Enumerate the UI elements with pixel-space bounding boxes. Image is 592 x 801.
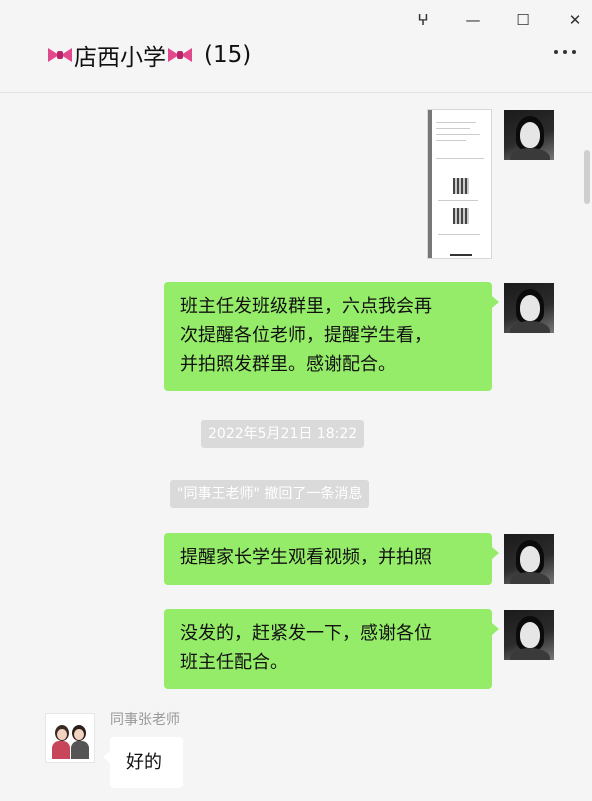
message-bubble[interactable]: 班主任发班级群里，六点我会再 次提醒各位老师，提醒学生看， 并拍照发群里。感谢配… bbox=[164, 282, 499, 391]
maximize-icon[interactable]: ☐ bbox=[510, 8, 536, 32]
message-line: 好的 bbox=[126, 752, 162, 773]
my-avatar[interactable] bbox=[504, 610, 554, 660]
scrollbar[interactable] bbox=[584, 150, 590, 204]
message-line: 班主任配合。 bbox=[180, 652, 288, 673]
message-bubble[interactable]: 提醒家长学生观看视频，并拍照 bbox=[164, 533, 499, 585]
member-count: (15) bbox=[204, 42, 252, 68]
title-bar: ⵖ — ☐ ✕ 店西小学 (15) bbox=[0, 0, 592, 93]
minimize-icon[interactable]: — bbox=[460, 8, 486, 32]
message-line: 并拍照发群里。感谢配合。 bbox=[180, 354, 396, 375]
message-bubble[interactable]: 好的 bbox=[103, 737, 183, 788]
message-line: 次提醒各位老师，提醒学生看， bbox=[180, 325, 432, 346]
message-bubble[interactable]: 没发的，赶紧发一下，感谢各位 班主任配合。 bbox=[164, 609, 499, 689]
sender-name: 同事张老师 bbox=[110, 712, 180, 728]
pink-bow-icon bbox=[167, 45, 193, 65]
pin-icon[interactable]: ⵖ bbox=[410, 8, 436, 32]
message-line: 没发的，赶紧发一下，感谢各位 bbox=[180, 623, 432, 644]
my-avatar[interactable] bbox=[504, 110, 554, 160]
message-line: 班主任发班级群里，六点我会再 bbox=[180, 296, 432, 317]
chat-title-text: 店西小学 bbox=[74, 45, 166, 71]
chat-title: 店西小学 (15) bbox=[46, 38, 251, 72]
recall-notice: "同事王老师" 撤回了一条消息 bbox=[170, 480, 370, 508]
my-avatar[interactable] bbox=[504, 534, 554, 584]
message-line: 提醒家长学生观看视频，并拍照 bbox=[180, 547, 432, 568]
image-message[interactable] bbox=[427, 109, 492, 259]
more-icon[interactable] bbox=[554, 50, 576, 54]
pink-bow-icon bbox=[47, 45, 73, 65]
sender-avatar[interactable] bbox=[45, 713, 95, 763]
timestamp: 2022年5月21日 18:22 bbox=[201, 420, 365, 448]
close-icon[interactable]: ✕ bbox=[562, 8, 588, 32]
my-avatar[interactable] bbox=[504, 283, 554, 333]
